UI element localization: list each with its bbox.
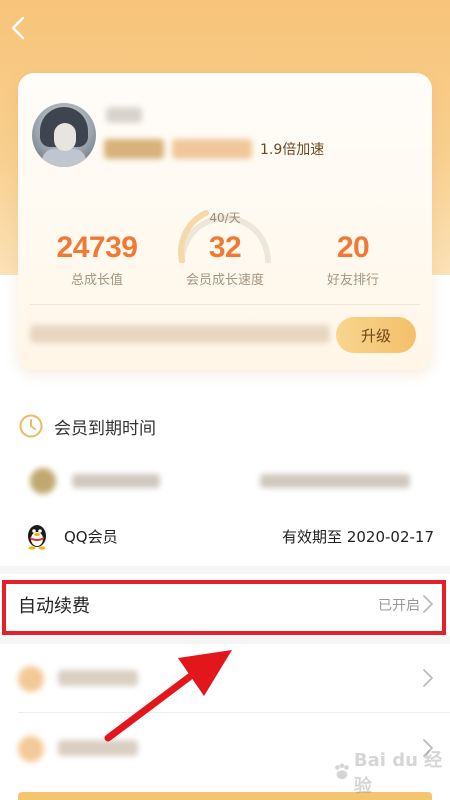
highlight-box xyxy=(2,580,446,635)
card-divider xyxy=(30,304,420,305)
membership-expiry-header: 会员到期时间 xyxy=(18,413,156,439)
qq-vip-row: QQ会员 有效期至 2020-02-17 xyxy=(24,518,434,554)
stat-label: 好友排行 xyxy=(326,273,379,288)
upgrade-button[interactable]: 升级 xyxy=(336,317,416,353)
qq-vip-expiry: 有效期至 2020-02-17 xyxy=(282,527,434,546)
stat-label: 总成长值 xyxy=(70,273,123,288)
level-badge-blurred-2 xyxy=(172,139,252,159)
membership-row-blurred xyxy=(24,462,424,502)
paw-icon xyxy=(335,763,349,780)
member-card: 1.9倍加速 40/天 24739 总成长值 32 会员成长速度 20 好友排行… xyxy=(18,73,432,370)
qq-penguin-icon xyxy=(28,525,46,550)
stat-friend-rank[interactable]: 20 好友排行 xyxy=(303,231,403,288)
stat-growth-speed[interactable]: 32 会员成长速度 xyxy=(168,231,282,288)
clock-icon xyxy=(19,414,43,438)
stat-value: 20 xyxy=(336,231,370,264)
nickname-blurred xyxy=(106,107,142,123)
qq-vip-name: QQ会员 xyxy=(64,527,118,546)
avatar[interactable] xyxy=(32,103,96,167)
level-badge-blurred xyxy=(104,139,164,159)
watermark: Bai du 经验 xyxy=(332,746,450,798)
accel-text: 1.9倍加速 xyxy=(260,142,325,158)
back-button[interactable] xyxy=(4,10,32,46)
watermark-text: Bai du 经验 xyxy=(353,750,443,797)
stat-total-growth[interactable]: 24739 总成长值 xyxy=(42,231,152,288)
row-divider xyxy=(18,712,450,713)
section-title: 会员到期时间 xyxy=(54,418,156,439)
gauge-rate: 40/天 xyxy=(209,211,241,225)
section-separator xyxy=(0,566,450,574)
stat-value: 32 xyxy=(208,231,242,264)
stat-value: 24739 xyxy=(56,231,138,264)
list-item-blurred[interactable] xyxy=(0,648,450,708)
stat-label: 会员成长速度 xyxy=(185,273,264,288)
section-separator xyxy=(0,636,450,644)
chevron-left-icon xyxy=(11,16,25,40)
promo-text-blurred xyxy=(30,325,330,343)
chevron-right-icon xyxy=(423,669,433,687)
